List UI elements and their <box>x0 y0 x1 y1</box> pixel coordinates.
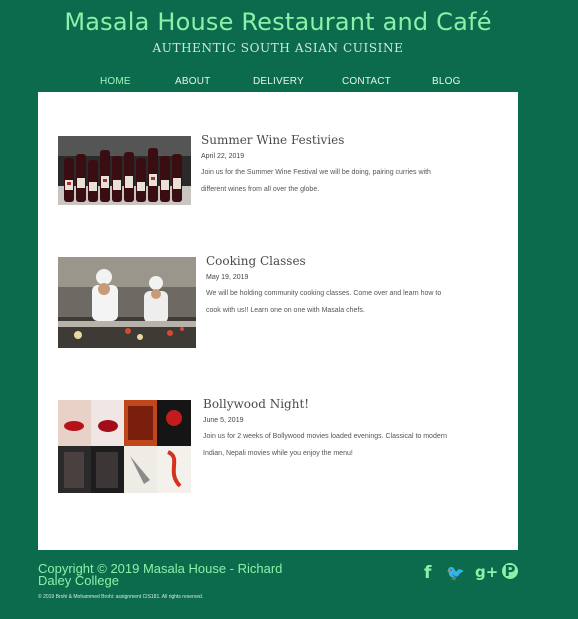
post-excerpt: We will be holding community cooking cla… <box>206 290 442 314</box>
footer-credits: © 2019 Brohi & Mohammed Brohi: assignmen… <box>38 594 204 600</box>
twitter-icon[interactable]: 🐦 <box>446 564 465 582</box>
post-date: April 22, 2019 <box>201 153 245 160</box>
post-date: June 5, 2019 <box>203 417 244 424</box>
post-excerpt: Join us for 2 weeks of Bollywood movies … <box>203 433 447 457</box>
chefs-kitchen-image[interactable] <box>58 257 196 348</box>
footer-copyright: Copyright © 2019 Masala House - Richard … <box>38 561 283 588</box>
social-links: f 🐦 g+ P <box>420 563 520 585</box>
wine-bottles-image[interactable] <box>58 136 191 205</box>
movie-posters-collage-image[interactable] <box>58 400 191 493</box>
post-excerpt: Join us for the Summer Wine Festival we … <box>201 169 431 193</box>
pinterest-icon[interactable]: P <box>502 563 518 579</box>
nav-blog[interactable]: BLOG <box>432 76 461 87</box>
site-title: Masala House Restaurant and Café <box>64 8 492 36</box>
nav-home[interactable]: HOME <box>100 76 131 87</box>
site-subtitle: AUTHENTIC SOUTH ASIAN CUISINE <box>152 41 404 55</box>
google-plus-icon[interactable]: g+ <box>475 563 498 581</box>
main-nav: HOME ABOUT DELIVERY CONTACT BLOG <box>0 76 556 90</box>
blog-content: Summer Wine Festivies April 22, 2019 Joi… <box>38 92 518 550</box>
nav-about[interactable]: ABOUT <box>175 76 210 87</box>
nav-delivery[interactable]: DELIVERY <box>253 76 304 87</box>
facebook-icon[interactable]: f <box>424 563 431 583</box>
post-title[interactable]: Summer Wine Festivies <box>201 133 344 147</box>
post-title[interactable]: Cooking Classes <box>206 254 306 268</box>
nav-contact[interactable]: CONTACT <box>342 76 391 87</box>
post-date: May 19, 2019 <box>206 274 249 281</box>
post-title[interactable]: Bollywood Night! <box>203 397 309 411</box>
